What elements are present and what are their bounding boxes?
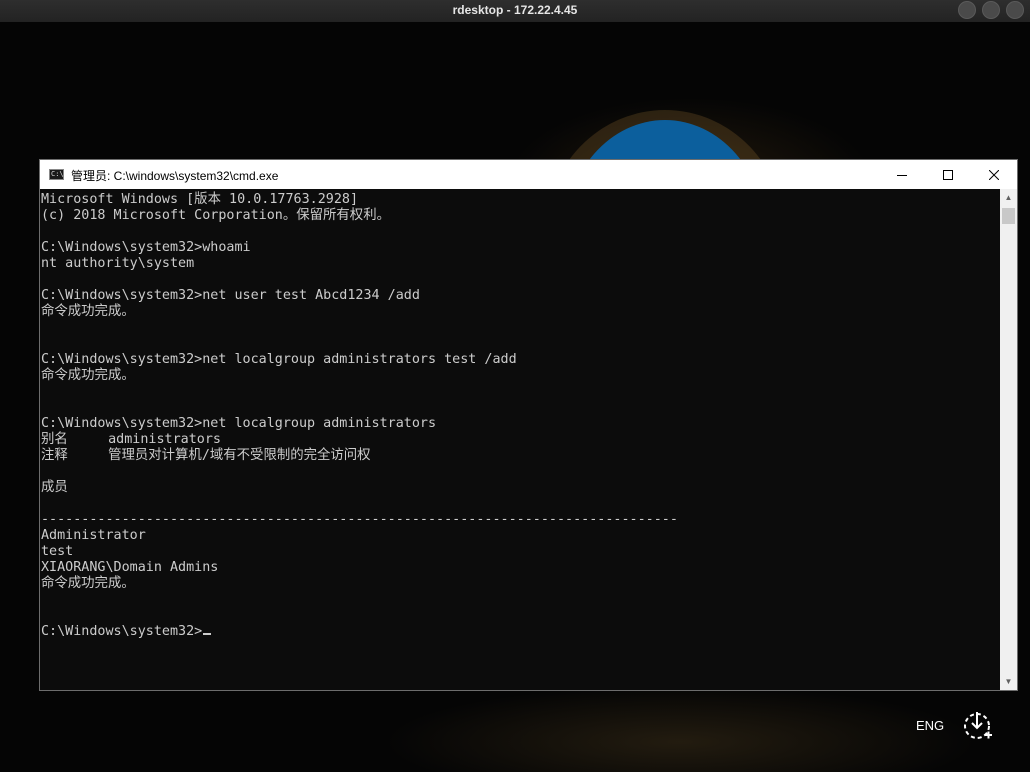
console-line: C:\Windows\system32>net user test Abcd12…	[41, 288, 420, 303]
console-line: 命令成功完成。	[41, 368, 135, 383]
cmd-icon: C:\	[49, 169, 64, 180]
console-line: Microsoft Windows [版本 10.0.17763.2928]	[41, 192, 359, 207]
minimize-button[interactable]	[879, 160, 925, 189]
text-cursor	[203, 633, 212, 635]
console-line: C:\Windows\system32>net localgroup admin…	[41, 352, 517, 367]
console-line: nt authority\system	[41, 256, 195, 271]
console-line: ----------------------------------------…	[41, 512, 678, 527]
console-line: 注释 管理员对计算机/域有不受限制的完全访问权	[41, 448, 371, 463]
close-icon	[989, 169, 999, 180]
console-line: C:\Windows\system32>whoami	[41, 240, 251, 255]
console-line: XIAORANG\Domain Admins	[41, 560, 219, 575]
console-text: Microsoft Windows [版本 10.0.17763.2928] (…	[40, 189, 1000, 640]
cmd-window: C:\ 管理员: C:\windows\system32\cmd.exe Mic…	[39, 159, 1018, 691]
rdesktop-title: rdesktop - 172.22.4.45	[452, 3, 578, 17]
maximize-icon	[943, 169, 953, 180]
rdesktop-maximize-button[interactable]	[982, 1, 1000, 19]
scroll-up-arrow-icon[interactable]: ▲	[1000, 189, 1017, 206]
console-line: 命令成功完成。	[41, 576, 135, 591]
console-line: C:\Windows\system32>net localgroup admin…	[41, 416, 437, 431]
rdesktop-minimize-button[interactable]	[958, 1, 976, 19]
console-line: test	[41, 544, 74, 559]
close-button[interactable]	[971, 160, 1017, 189]
console-line: 成员	[41, 480, 68, 495]
console-line: Administrator	[41, 528, 146, 543]
language-indicator[interactable]: ENG	[916, 718, 944, 733]
network-icon[interactable]	[959, 708, 995, 744]
rdesktop-titlebar: rdesktop - 172.22.4.45	[0, 0, 1030, 22]
maximize-button[interactable]	[925, 160, 971, 189]
minimize-icon	[897, 174, 907, 176]
rdesktop-close-button[interactable]	[1006, 1, 1024, 19]
console-output[interactable]: Microsoft Windows [版本 10.0.17763.2928] (…	[40, 189, 1000, 690]
cmd-titlebar[interactable]: C:\ 管理员: C:\windows\system32\cmd.exe	[40, 160, 1017, 189]
vertical-scrollbar[interactable]: ▲ ▼	[1000, 189, 1017, 690]
scroll-down-arrow-icon[interactable]: ▼	[1000, 673, 1017, 690]
console-line: C:\Windows\system32>	[41, 624, 203, 639]
scrollbar-thumb[interactable]	[1002, 208, 1015, 224]
window-title: 管理员: C:\windows\system32\cmd.exe	[71, 169, 279, 183]
console-line: (c) 2018 Microsoft Corporation。保留所有权利。	[41, 208, 390, 223]
console-line: 别名 administrators	[41, 432, 221, 447]
console-line: 命令成功完成。	[41, 304, 135, 319]
